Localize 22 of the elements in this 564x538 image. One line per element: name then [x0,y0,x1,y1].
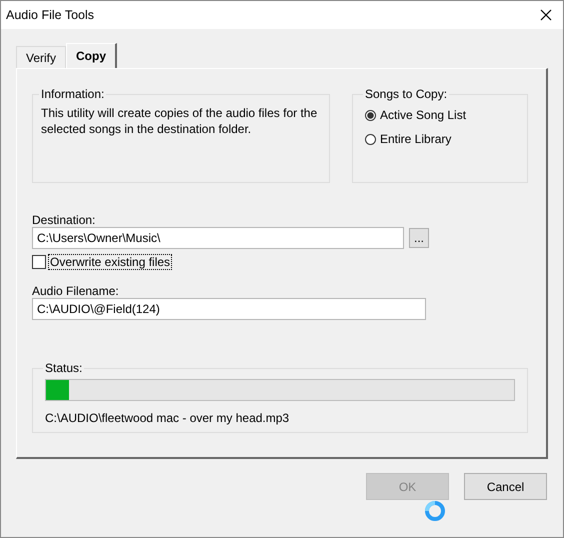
tab[interactable]: Copy [66,43,118,68]
field-label: Audio Filename: [32,284,120,298]
radio-label[interactable]: Entire Library [380,132,452,146]
radio-button[interactable] [365,134,376,144]
group-title: Status: [44,361,84,375]
filename-field[interactable]: C:\AUDIO\@Field(124) [32,298,426,320]
radio-label[interactable]: Active Song List [380,108,466,122]
checkbox[interactable] [32,255,46,269]
checkbox-label[interactable]: Overwrite existing files [48,254,172,270]
radio-button[interactable] [365,110,376,120]
tab[interactable]: Verify [16,46,66,68]
dialog-button[interactable]: Cancel [464,473,547,500]
window-title: Audio File Tools [6,8,94,22]
information-text: This utility will create copies of the audio files for the selected songs in the destination folder. [41,105,318,137]
status-text: C:\AUDIO\fleetwood mac - over my head.mp3 [45,411,290,425]
group-title: Information: [40,87,106,101]
browse-button[interactable]: ... [409,228,429,248]
field-label: Destination: [32,213,96,227]
destination-field[interactable]: C:\Users\Owner\Music\ [32,227,404,249]
group-title: Songs to Copy: [364,87,448,101]
busy-cursor-icon [424,500,446,522]
close-icon[interactable] [540,9,552,21]
